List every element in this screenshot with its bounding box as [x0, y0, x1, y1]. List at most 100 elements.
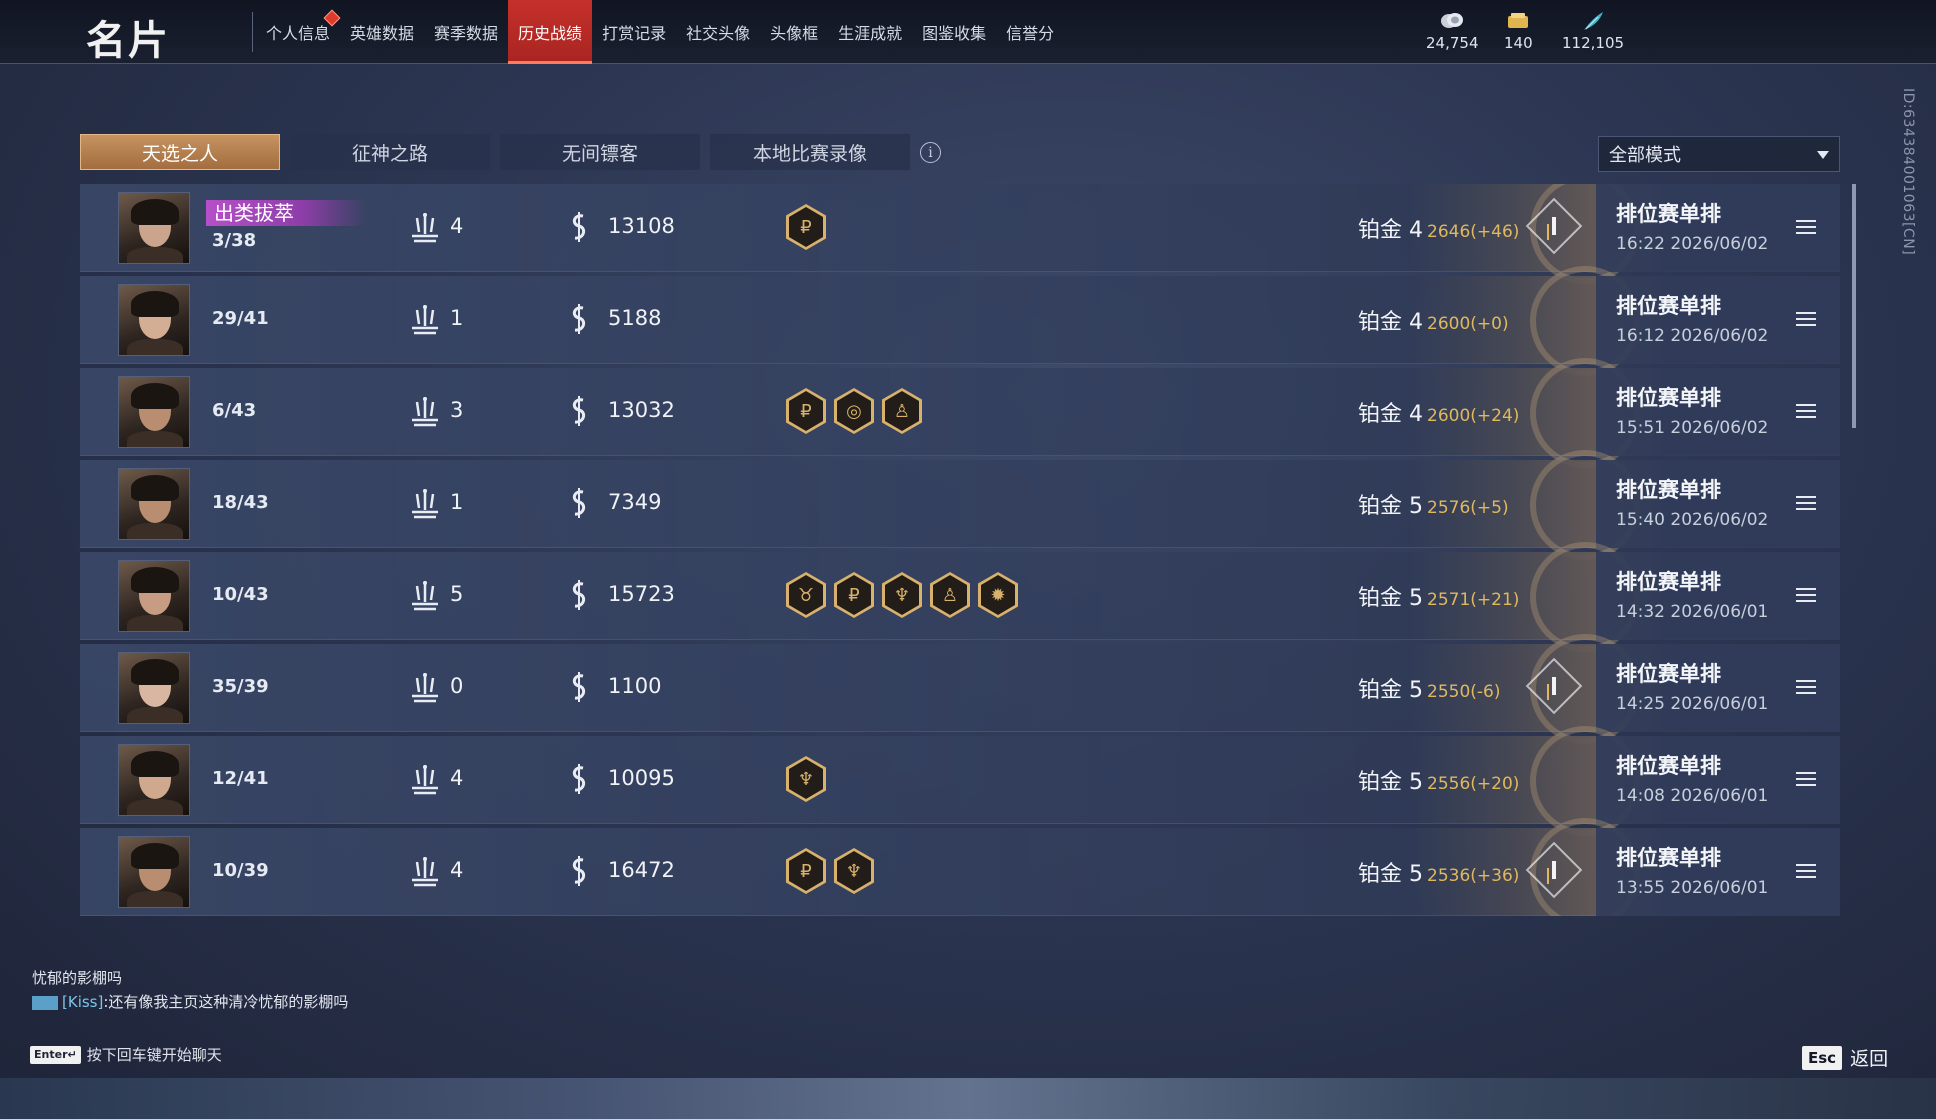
kills-value: 4 [450, 214, 464, 238]
buff-icon[interactable]: ♙ [930, 572, 970, 618]
tab-1[interactable]: 英雄数据 [340, 0, 424, 64]
buff-icon[interactable]: ₽ [786, 204, 826, 250]
buff-icon[interactable]: ◎ [834, 388, 874, 434]
rank-up-bar [1552, 677, 1556, 695]
page-title: 名片 [86, 18, 170, 64]
details-menu-icon[interactable] [1796, 220, 1816, 236]
details-menu-icon[interactable] [1796, 312, 1816, 328]
tab-6[interactable]: 头像框 [760, 0, 828, 64]
soul-currency-icon [572, 856, 586, 886]
buff-glyph: ₽ [789, 207, 823, 247]
tab-3[interactable]: 历史战绩 [508, 0, 593, 64]
buff-icon[interactable]: ₽ [786, 388, 826, 434]
match-row[interactable]: 10/39 4 16472 ₽ ♆ 铂金 5 2536(+36) 排位赛单排 13:55 202… [80, 818, 1840, 916]
sub-tab-1[interactable]: 征神之路 [290, 134, 490, 170]
buff-icon[interactable]: ✹ [978, 572, 1018, 618]
kills-value: 4 [450, 858, 464, 882]
menu-line [1796, 324, 1816, 326]
sub-tab-0[interactable]: 天选之人 [80, 134, 280, 170]
sub-tab-3[interactable]: 本地比赛录像 [710, 134, 910, 170]
menu-line [1796, 318, 1816, 320]
hero-avatar [118, 468, 190, 540]
placement-rank: 35/39 [212, 676, 269, 697]
tab-0[interactable]: 个人信息 [256, 0, 341, 64]
menu-line [1796, 508, 1816, 510]
menu-line [1796, 220, 1816, 222]
currency-coin: 24,754 [1426, 10, 1479, 52]
tier-score: 2600(+24) [1427, 406, 1520, 426]
details-menu-icon[interactable] [1796, 772, 1816, 788]
match-row[interactable]: 出类拔萃 3/38 4 13108 ₽ 铂金 4 2646(+46) 排位赛单排 16:22 2… [80, 184, 1840, 284]
mode-filter-select[interactable]: 全部模式 [1598, 136, 1840, 172]
menu-line [1796, 416, 1816, 418]
soul-currency-icon [572, 488, 586, 518]
tier-score: 2550(-6) [1427, 682, 1501, 702]
match-info-panel: 排位赛单排 13:55 2026/06/01 [1596, 828, 1840, 916]
tab-2[interactable]: 赛季数据 [424, 0, 508, 64]
tier-name: 铂金 5 [1358, 494, 1423, 519]
tier-name: 铂金 4 [1358, 402, 1423, 427]
chat-sender[interactable]: [Kiss] [62, 993, 103, 1011]
details-menu-icon[interactable] [1796, 588, 1816, 604]
back-button[interactable]: Esc 返回 [1802, 1044, 1888, 1071]
match-row[interactable]: 6/43 3 13032 ₽ ◎ ♙ 铂金 4 2600(+24) 排位赛单排 15:51 202… [80, 358, 1840, 468]
menu-line [1796, 232, 1816, 234]
match-time: 15:40 2026/06/02 [1616, 510, 1769, 530]
mode-sub-tabs: 天选之人 征神之路 无间镖客 本地比赛录像 [80, 134, 910, 170]
match-time: 14:08 2026/06/01 [1616, 786, 1769, 806]
buff-icon[interactable]: ♆ [882, 572, 922, 618]
rank-tier: 铂金 5 2571(+21) [1358, 580, 1519, 612]
hero-avatar [118, 376, 190, 448]
list-scrollbar[interactable] [1852, 184, 1856, 428]
buff-icon[interactable]: ₽ [834, 572, 874, 618]
buff-icon[interactable]: ♆ [786, 756, 826, 802]
sub-tab-2[interactable]: 无间镖客 [500, 134, 700, 170]
buff-list: ₽ [786, 204, 826, 250]
tab-8[interactable]: 图鉴收集 [912, 0, 996, 64]
tab-5[interactable]: 社交头像 [676, 0, 760, 64]
avatar-hair [131, 567, 179, 593]
match-info-panel: 排位赛单排 16:12 2026/06/02 [1596, 276, 1840, 364]
rank-up-bar [1552, 861, 1556, 879]
buff-glyph: ₽ [789, 391, 823, 431]
match-row[interactable]: 35/39 0 1100 铂金 5 2550(-6) 排位赛单排 14:25 2026/06… [80, 634, 1840, 744]
menu-line [1796, 870, 1816, 872]
tier-name: 铂金 5 [1358, 586, 1423, 611]
match-info-panel: 排位赛单排 15:51 2026/06/02 [1596, 368, 1840, 456]
avatar-body [127, 799, 183, 815]
match-mode: 排位赛单排 [1616, 846, 1721, 870]
match-row[interactable]: 18/43 1 7349 铂金 5 2576(+5) 排位赛单排 15:40 2026/06… [80, 450, 1840, 560]
placement-rank: 12/41 [212, 768, 269, 789]
details-menu-icon[interactable] [1796, 864, 1816, 880]
tab-9[interactable]: 信誉分 [996, 0, 1064, 64]
placement-rank: 29/41 [212, 308, 269, 329]
currency-feather: 112,105 [1562, 10, 1624, 52]
chat-enter-hint[interactable]: Enter↵ 按下回车键开始聊天 [30, 1044, 222, 1065]
currency-value: 1100 [608, 674, 662, 698]
info-icon[interactable]: i [920, 142, 941, 163]
chat-message-text: :还有像我主页这种清冷忧郁的影棚吗 [103, 993, 349, 1011]
buff-icon[interactable]: ♙ [882, 388, 922, 434]
buff-icon[interactable]: ♉ [786, 572, 826, 618]
placement-rank: 6/43 [212, 400, 257, 421]
details-menu-icon[interactable] [1796, 404, 1816, 420]
tab-4[interactable]: 打赏记录 [592, 0, 676, 64]
avatar-body [127, 891, 183, 907]
match-row[interactable]: 29/41 1 5188 铂金 4 2600(+0) 排位赛单排 16:12 2026/06… [80, 266, 1840, 376]
currency-value: 13108 [608, 214, 675, 238]
currency-value: 7349 [608, 490, 662, 514]
feather-value: 112,105 [1562, 34, 1625, 52]
buff-icon[interactable]: ♆ [834, 848, 874, 894]
match-mode: 排位赛单排 [1616, 478, 1721, 502]
match-row[interactable]: 12/41 4 10095 ♆ 铂金 5 2556(+20) 排位赛单排 14:08 2026… [80, 726, 1840, 836]
tab-7[interactable]: 生涯成就 [828, 0, 912, 64]
kills-icon [412, 673, 438, 703]
buff-glyph: ♙ [885, 391, 919, 431]
chevron-down-icon [1817, 151, 1829, 159]
buff-glyph: ♆ [885, 575, 919, 615]
details-menu-icon[interactable] [1796, 496, 1816, 512]
match-info-panel: 排位赛单排 14:32 2026/06/01 [1596, 552, 1840, 640]
buff-icon[interactable]: ₽ [786, 848, 826, 894]
details-menu-icon[interactable] [1796, 680, 1816, 696]
match-row[interactable]: 10/43 5 15723 ♉ ₽ ♆ ♙ ✹ 铂金 5 2571(+21) 排位赛单排 14:32 … [80, 542, 1840, 652]
